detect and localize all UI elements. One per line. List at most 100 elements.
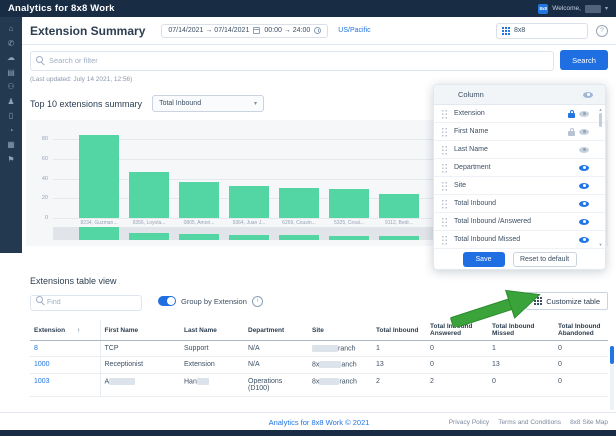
bottom-edge-bar [0,430,616,436]
drag-handle-icon[interactable] [441,145,448,155]
column-header[interactable]: Site [308,320,372,341]
footer-links: Privacy Policy Terms and Conditions 8x8 Si… [449,419,608,426]
date-range-picker[interactable]: 07/14/2021 → 07/14/2021 00:00 → 24:00 [161,24,328,38]
sidebar: ⌂ ✆ ☁ ▤ ⚇ ♟ ▯ ◔ ▦ ⚑ [0,17,22,253]
group-by-extension-toggle[interactable] [158,296,176,306]
chart-bar[interactable] [379,194,419,218]
info-icon[interactable]: i [252,296,263,307]
find-input[interactable] [30,295,142,311]
column-header[interactable]: Last Name [180,320,244,341]
apps-icon[interactable]: ▤ [4,68,18,77]
scrollbar-thumb[interactable] [610,346,614,364]
chart-bar[interactable] [229,186,269,218]
eye-icon[interactable] [579,111,589,117]
column-header[interactable]: Total Inbound Missed [488,320,554,341]
home-icon[interactable]: ⌂ [4,24,18,33]
table-cell: N/A [244,357,308,373]
customize-table-button[interactable]: Customize table [526,292,608,310]
extension-link[interactable]: 8 [34,345,38,352]
search-button[interactable]: Search [560,50,608,70]
download-icon[interactable]: ↓ [512,296,517,306]
search-input[interactable] [30,51,554,71]
drag-handle-icon[interactable] [441,235,448,245]
eye-icon[interactable] [579,129,589,135]
column-popup: Column ExtensionFirst NameLast NameDepar… [433,84,606,270]
account-menu[interactable]: 8x8 Welcome, ▾ [538,4,608,14]
footer-link[interactable]: 8x8 Site Map [570,419,608,426]
drag-handle-icon[interactable] [441,217,448,227]
table-scrollbar[interactable] [610,346,614,410]
navigator-mini-bar [129,233,169,240]
y-tick-label: 80 [26,136,48,142]
column-popup-row[interactable]: Site [434,177,605,195]
row-icons [579,237,589,243]
footer-link[interactable]: Terms and Conditions [498,419,561,426]
user-icon[interactable]: ♟ [4,97,18,106]
cloud-icon[interactable]: ☁ [4,53,18,62]
eye-icon[interactable] [579,183,589,189]
reset-to-default-button[interactable]: Reset to default [513,252,577,267]
eye-icon[interactable] [579,237,589,243]
drag-handle-icon[interactable] [441,181,448,191]
lock-icon[interactable] [568,113,575,118]
eye-icon[interactable] [579,147,589,153]
chevron-down-icon: ▾ [254,101,257,107]
column-header[interactable]: Total Inbound Answered [426,320,488,341]
chart-bar[interactable] [329,189,369,218]
eye-icon[interactable] [579,219,589,225]
column-popup-row[interactable]: Total Inbound [434,195,605,213]
footer-link[interactable]: Privacy Policy [449,419,489,426]
drag-handle-icon[interactable] [441,109,448,119]
column-popup-row[interactable]: Department [434,159,605,177]
device-icon[interactable]: ▯ [4,111,18,120]
timezone-link[interactable]: US/Pacific [338,27,370,34]
extension-link[interactable]: 1000 [34,361,50,368]
eye-icon[interactable] [583,92,593,98]
scroll-up-icon[interactable]: ▲ [599,107,603,112]
lock-icon[interactable] [568,131,575,136]
scroll-down-icon[interactable]: ▼ [599,242,603,247]
chart-bar[interactable] [179,182,219,218]
chart-bar[interactable] [129,172,169,218]
column-popup-row[interactable]: Last Name [434,141,605,159]
extension-link[interactable]: 1003 [34,378,50,385]
help-icon[interactable]: ? [596,25,608,37]
scrollbar-thumb[interactable] [599,113,602,127]
column-header[interactable]: Department [244,320,308,341]
metric-dropdown[interactable]: Total Inbound ▾ [152,95,264,112]
table-cell: ranch [308,341,372,357]
navigator-mini-bar [229,235,269,240]
navigator-mini-bar [279,235,319,240]
scope-selector[interactable]: 8x8 [496,23,588,39]
column-popup-row[interactable]: Extension [434,105,605,123]
drag-handle-icon[interactable] [441,127,448,137]
column-popup-row[interactable]: Total Inbound /Answered [434,213,605,231]
navigator-mini-bar [79,227,119,240]
users-icon[interactable]: ⚇ [4,82,18,91]
popup-scrollbar[interactable]: ▲ ▼ [598,107,603,247]
save-button[interactable]: Save [463,252,505,267]
row-icons [579,147,589,153]
flag-icon[interactable]: ⚑ [4,155,18,164]
drag-handle-icon[interactable] [441,163,448,173]
column-header[interactable]: Total Inbound Abandoned [554,320,608,341]
redacted-text [197,378,209,385]
eye-icon[interactable] [579,165,589,171]
phone-icon[interactable]: ✆ [4,39,18,48]
table-cell: 0 [554,341,608,357]
clock-icon[interactable]: ◔ [4,126,18,135]
table-cell: 13 [372,357,426,373]
table-cell: Receptionist [100,357,180,373]
column-header[interactable]: Total Inbound [372,320,426,341]
eye-icon[interactable] [579,201,589,207]
column-header[interactable]: First Name [100,320,180,341]
redacted-text [109,378,135,385]
chart-bar[interactable] [279,188,319,218]
chart-bar[interactable] [79,135,119,218]
calendar-icon[interactable]: ▦ [4,140,18,149]
summary-row: Top 10 extensions summary Total Inbound … [30,95,264,112]
drag-handle-icon[interactable] [441,199,448,209]
column-header[interactable]: Extension↑ [30,320,100,341]
column-popup-row[interactable]: First Name [434,123,605,141]
column-popup-row[interactable]: Total Inbound Missed [434,231,605,249]
